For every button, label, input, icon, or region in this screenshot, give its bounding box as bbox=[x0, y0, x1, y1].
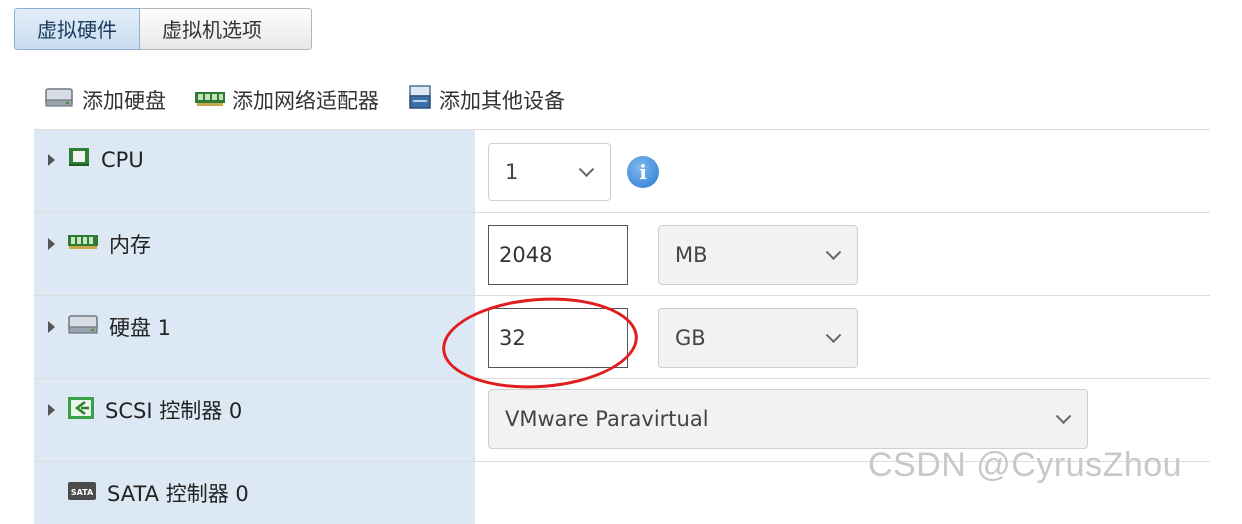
scsi-controller-icon bbox=[67, 396, 95, 425]
scsi-controller-label: SCSI 控制器 0 bbox=[105, 399, 243, 423]
memory-unit-value: MB bbox=[675, 243, 708, 267]
cpu-icon bbox=[67, 146, 91, 173]
memory-icon bbox=[67, 232, 99, 256]
expand-caret-icon[interactable] bbox=[48, 321, 55, 333]
expand-caret-icon[interactable] bbox=[48, 238, 55, 250]
hard-disk-icon bbox=[44, 86, 76, 115]
other-device-icon bbox=[407, 84, 433, 117]
row-label-cell: SCSI 控制器 0 bbox=[34, 379, 475, 461]
add-hard-disk-button[interactable]: 添加硬盘 bbox=[44, 85, 166, 115]
row-label-cell: 内存 bbox=[34, 213, 475, 295]
tab-bar: 虚拟硬件 虚拟机选项 bbox=[14, 8, 312, 52]
row-label-cell: 硬盘 1 bbox=[34, 296, 475, 378]
hard-disk-label: 硬盘 1 bbox=[109, 316, 172, 340]
expand-caret-icon[interactable] bbox=[48, 404, 55, 416]
memory-unit-select[interactable]: MB bbox=[658, 225, 858, 285]
disk-unit-value: GB bbox=[675, 326, 706, 350]
network-adapter-icon bbox=[194, 88, 226, 112]
scsi-type-value: VMware Paravirtual bbox=[505, 407, 709, 431]
expand-caret-icon[interactable] bbox=[48, 153, 55, 166]
sata-controller-label: SATA 控制器 0 bbox=[107, 482, 249, 506]
tab-virtual-hardware[interactable]: 虚拟硬件 bbox=[14, 8, 140, 50]
scsi-type-select[interactable]: VMware Paravirtual bbox=[488, 389, 1088, 449]
row-value-cell: 2048 MB bbox=[475, 213, 1210, 295]
toolbar: 添加硬盘 添加网络适配器 添加其他设备 bbox=[44, 84, 593, 116]
memory-label: 内存 bbox=[109, 233, 151, 257]
add-hard-disk-label: 添加硬盘 bbox=[82, 89, 166, 113]
tab-vm-options[interactable]: 虚拟机选项 bbox=[140, 8, 312, 50]
cpu-label: CPU bbox=[101, 147, 144, 172]
row-label-cell: SATA SATA 控制器 0 bbox=[34, 462, 475, 524]
cpu-count-value: 1 bbox=[505, 160, 519, 184]
info-icon[interactable]: i bbox=[627, 156, 659, 188]
add-other-device-button[interactable]: 添加其他设备 bbox=[407, 84, 565, 117]
table-row-cpu: CPU 1 i bbox=[34, 129, 1210, 212]
hard-disk-icon bbox=[67, 314, 99, 341]
add-network-adapter-label: 添加网络适配器 bbox=[232, 89, 379, 113]
row-value-cell: 1 i bbox=[475, 130, 1210, 212]
table-row-memory: 内存 2048 MB bbox=[34, 212, 1210, 295]
chevron-down-icon bbox=[825, 327, 842, 344]
svg-text:SATA: SATA bbox=[71, 488, 94, 497]
row-label-cell: CPU bbox=[34, 130, 475, 212]
chevron-down-icon bbox=[578, 161, 595, 178]
chevron-down-icon bbox=[1055, 408, 1072, 425]
sata-icon: SATA bbox=[67, 480, 97, 507]
chevron-down-icon bbox=[825, 244, 842, 261]
add-other-device-label: 添加其他设备 bbox=[439, 89, 565, 113]
add-network-adapter-button[interactable]: 添加网络适配器 bbox=[194, 85, 379, 115]
disk-unit-select[interactable]: GB bbox=[658, 308, 858, 368]
cpu-count-select[interactable]: 1 bbox=[488, 143, 611, 201]
memory-size-input[interactable]: 2048 bbox=[488, 225, 628, 285]
watermark: CSDN @CyrusZhou bbox=[868, 446, 1183, 484]
